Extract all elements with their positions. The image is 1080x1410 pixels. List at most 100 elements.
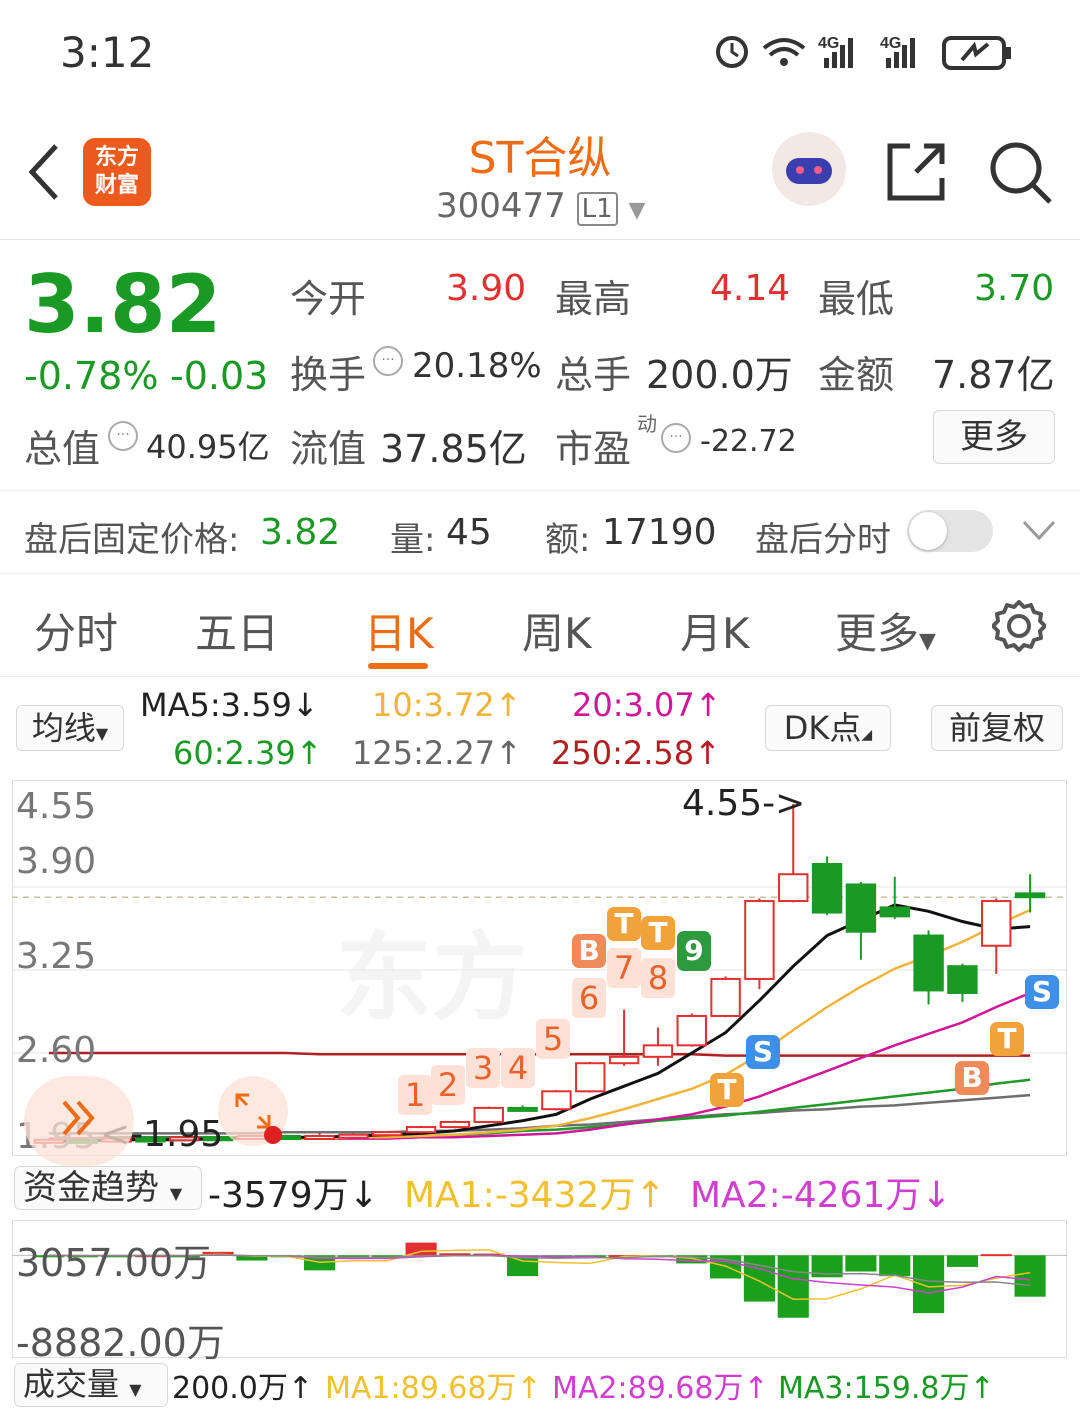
adjust-button[interactable]: 前复权	[931, 705, 1063, 751]
caret-down-icon: ▼	[129, 1380, 142, 1399]
count-badge: 6	[572, 978, 606, 1018]
share-icon[interactable]	[886, 140, 946, 202]
count-badge: 5	[536, 1019, 570, 1059]
buy-signal-badge[interactable]: B	[955, 1061, 989, 1095]
fund-bar	[845, 1255, 877, 1272]
tab-more[interactable]: 更多▼	[835, 600, 936, 661]
ma250-label: 250:2.58↑	[551, 734, 721, 772]
fund-bar	[946, 1255, 978, 1267]
candle-body	[372, 1131, 403, 1137]
t-signal-badge[interactable]: T	[607, 907, 641, 941]
fund-bar	[1014, 1255, 1046, 1297]
low-label: 最低	[818, 277, 895, 321]
candle-body	[981, 900, 1012, 947]
tab-intraday[interactable]: 分时	[34, 600, 118, 661]
ma10-text: 10:3.72	[372, 686, 495, 724]
ma5-label: MA5:3.59↓	[140, 686, 319, 724]
fund-bar	[879, 1255, 911, 1277]
ma-selector[interactable]: 均线▼	[16, 705, 124, 751]
corner-triangle-icon: ◢	[861, 727, 873, 743]
arrow-up-icon: ↑	[694, 734, 721, 772]
amount-value: 7.87亿	[932, 353, 1055, 397]
candle-body	[1014, 892, 1046, 899]
candle-body	[304, 1135, 335, 1140]
caret-down-icon: ▼	[95, 724, 109, 743]
wifi-icon	[762, 38, 806, 66]
arrow-up-icon: ↑	[494, 686, 522, 724]
volume-selector[interactable]: 成交量 ▼	[14, 1363, 168, 1407]
t-signal-badge[interactable]: T	[990, 1022, 1024, 1056]
tab-monthly-k[interactable]: 月K	[680, 600, 750, 661]
caret-down-icon: ▼	[919, 629, 936, 654]
y-tick: 3.90	[16, 841, 97, 882]
count-badge: 8	[641, 958, 675, 998]
volume-selector-label: 成交量	[23, 1365, 120, 1403]
t-signal-badge[interactable]: T	[641, 916, 675, 950]
t-signal-badge[interactable]: T	[710, 1073, 744, 1107]
assistant-avatar-icon[interactable]	[772, 132, 846, 206]
turnover-label: 换手	[290, 353, 367, 397]
candle-body	[947, 965, 978, 994]
fund-value-text: -3579万	[208, 1175, 349, 1216]
y-tick: 2.60	[16, 1030, 97, 1071]
buy-signal-badge[interactable]: B	[572, 934, 606, 968]
pe-sup: 动	[637, 412, 657, 436]
candle-body	[744, 900, 775, 980]
status-bar: 3:12 4G 4G	[0, 0, 1080, 100]
stock-code[interactable]: 300477 L1 ▼	[436, 186, 645, 226]
expand-arrows-icon	[235, 1093, 271, 1129]
tab-daily-k[interactable]: 日K	[364, 600, 434, 661]
more-quote-button[interactable]: 更多	[933, 410, 1055, 464]
info-icon[interactable]: ···	[373, 346, 403, 376]
arrow-down-icon: ↓	[348, 1175, 379, 1216]
count-badge: 7	[607, 948, 641, 988]
arrow-up-icon: ↑	[495, 734, 522, 772]
tab-weekly-k[interactable]: 周K	[522, 600, 592, 661]
arrow-up-icon: ↑	[694, 686, 722, 724]
fund-bar	[405, 1242, 437, 1256]
stock-code-text: 300477	[436, 186, 566, 226]
last-price: 3.82	[24, 258, 222, 351]
fund-bar	[980, 1254, 1012, 1257]
afterhours-toggle[interactable]	[907, 510, 993, 552]
candle-body	[913, 934, 944, 992]
candle-body	[507, 1106, 538, 1112]
fund-ma2: MA2:-4261万↓	[690, 1166, 952, 1218]
arrow-up-icon: ↑	[635, 1175, 666, 1216]
chevron-down-icon: ▼	[628, 198, 646, 223]
search-icon[interactable]	[988, 140, 1054, 206]
alarm-icon	[716, 36, 748, 68]
ma60-text: 60:2.39	[173, 734, 296, 772]
expand-left-button[interactable]	[24, 1076, 134, 1166]
candle-body	[879, 906, 910, 918]
fund-value: -3579万↓	[208, 1166, 379, 1218]
info-icon[interactable]: ···	[108, 421, 138, 451]
chevron-down-icon[interactable]	[1022, 518, 1056, 542]
volume-ma1: MA1:89.68万↑	[325, 1363, 542, 1407]
afterhours-vol: 45	[446, 512, 492, 553]
fund-selector[interactable]: 资金趋势 ▼	[14, 1166, 202, 1210]
double-chevron-right-icon	[62, 1100, 95, 1136]
sell-signal-badge[interactable]: S	[1025, 975, 1059, 1009]
volume-value: 200.0万	[646, 353, 793, 397]
low-value: 3.70	[974, 268, 1055, 309]
candle-body	[541, 1090, 572, 1111]
fund-top-tick: 3057.00万	[16, 1241, 212, 1285]
arrow-up-icon: ↑	[295, 734, 323, 772]
count-badge: 2	[431, 1065, 465, 1105]
svg-text:4G: 4G	[880, 35, 901, 52]
kline-chart[interactable]	[12, 780, 1067, 1156]
high-value: 4.14	[710, 268, 791, 309]
tab-5day[interactable]: 五日	[195, 600, 279, 661]
ma60-label: 60:2.39↑	[173, 734, 323, 772]
fund-bar	[743, 1255, 775, 1302]
signal-icon-2: 4G	[880, 35, 915, 68]
info-icon[interactable]: ···	[661, 423, 691, 453]
sell-signal-badge[interactable]: S	[746, 1035, 780, 1069]
settings-icon[interactable]	[992, 599, 1046, 653]
float-label: 流值	[290, 427, 367, 471]
ma125-label: 125:2.27↑	[352, 734, 522, 772]
dk-point-button[interactable]: DK点◢	[765, 705, 891, 751]
open-value: 3.90	[446, 268, 527, 309]
change-pct: -0.78%	[24, 354, 159, 398]
